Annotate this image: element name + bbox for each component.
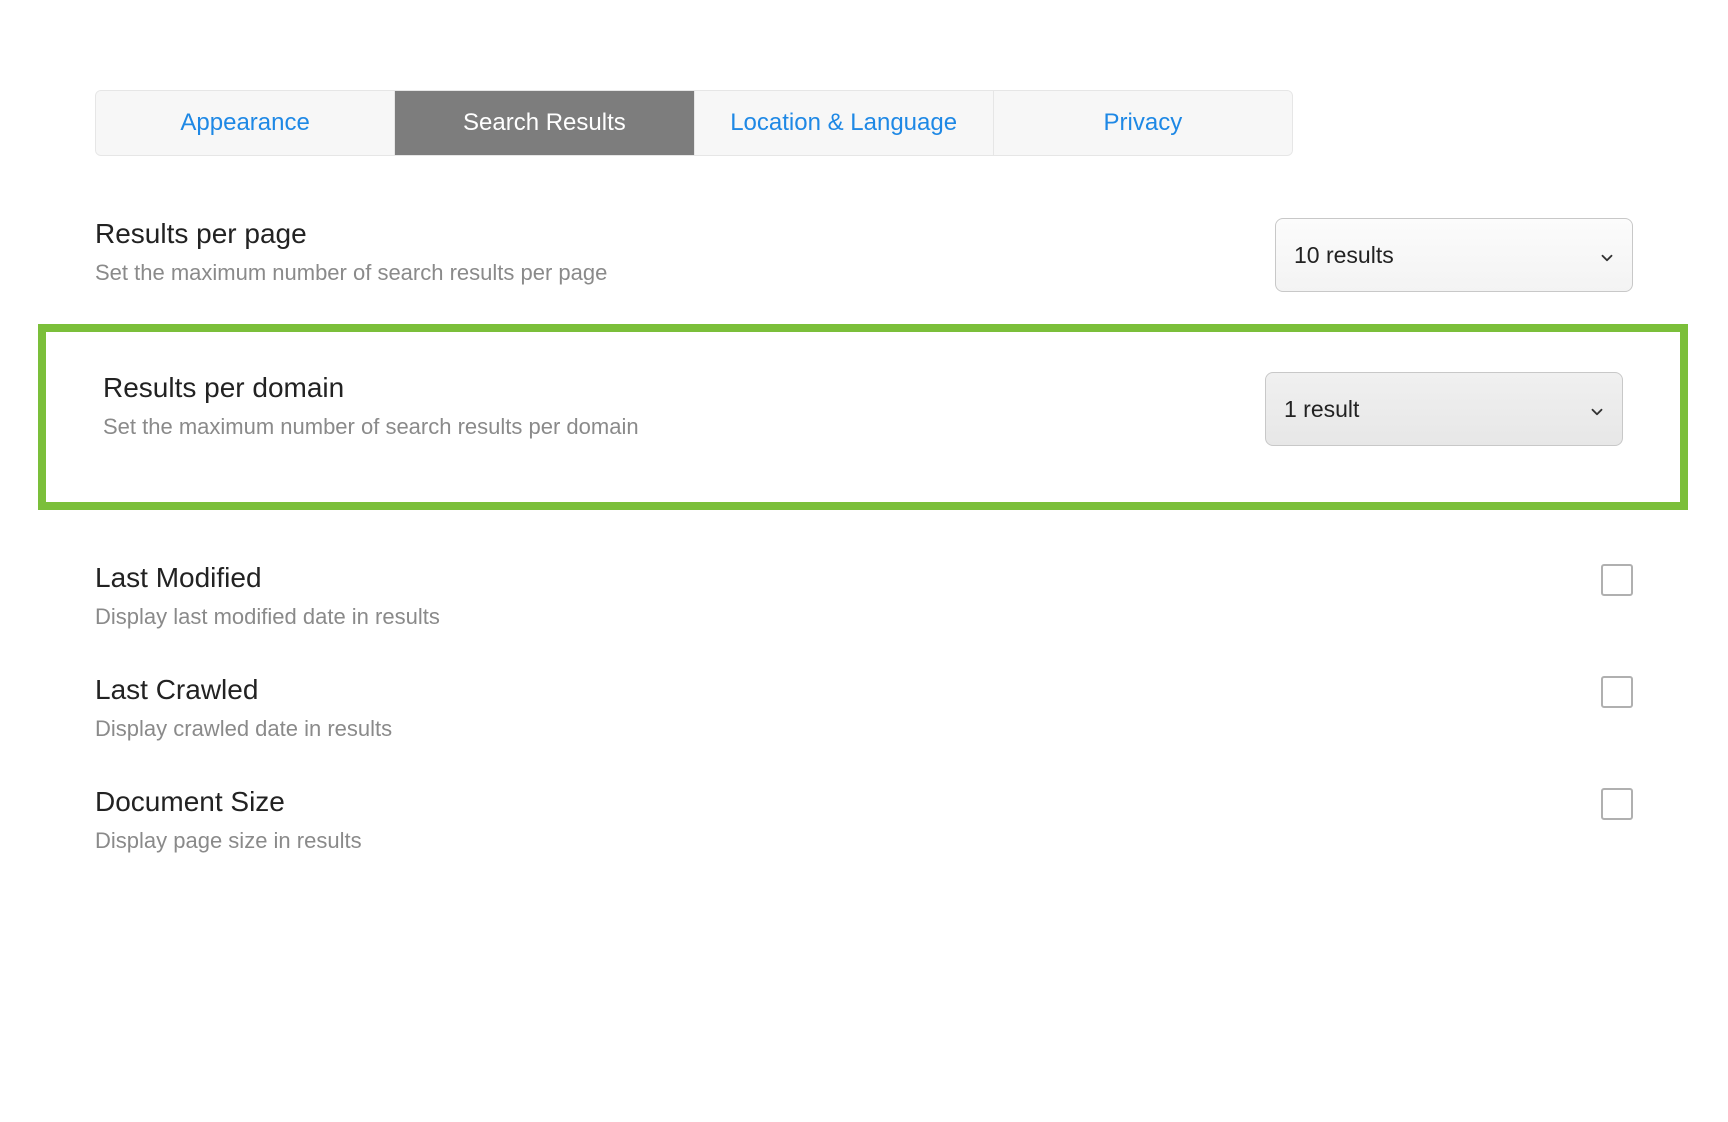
setting-title: Last Modified bbox=[95, 562, 1561, 594]
setting-title: Last Crawled bbox=[95, 674, 1561, 706]
setting-desc: Display crawled date in results bbox=[95, 716, 1561, 742]
results-per-page-select[interactable]: 10 results bbox=[1275, 218, 1633, 292]
setting-last-modified: Last Modified Display last modified date… bbox=[95, 540, 1633, 652]
setting-results-per-domain: Results per domain Set the maximum numbe… bbox=[103, 352, 1623, 446]
tab-privacy[interactable]: Privacy bbox=[994, 91, 1292, 155]
setting-text: Last Modified Display last modified date… bbox=[95, 562, 1601, 630]
setting-text: Document Size Display page size in resul… bbox=[95, 786, 1601, 854]
settings-page: Appearance Search Results Location & Lan… bbox=[0, 0, 1728, 1122]
tab-appearance[interactable]: Appearance bbox=[96, 91, 395, 155]
chevron-down-icon bbox=[1588, 400, 1606, 418]
last-modified-checkbox[interactable] bbox=[1601, 564, 1633, 596]
setting-text: Results per page Set the maximum number … bbox=[95, 218, 1275, 286]
setting-desc: Set the maximum number of search results… bbox=[103, 414, 1225, 440]
setting-document-size: Document Size Display page size in resul… bbox=[95, 764, 1633, 876]
document-size-checkbox[interactable] bbox=[1601, 788, 1633, 820]
setting-title: Document Size bbox=[95, 786, 1561, 818]
setting-results-per-page: Results per page Set the maximum number … bbox=[95, 196, 1633, 314]
last-crawled-checkbox[interactable] bbox=[1601, 676, 1633, 708]
settings-list: Results per page Set the maximum number … bbox=[0, 196, 1728, 876]
setting-title: Results per page bbox=[95, 218, 1235, 250]
setting-control bbox=[1601, 674, 1633, 708]
setting-control bbox=[1601, 562, 1633, 596]
select-value: 1 result bbox=[1284, 396, 1359, 423]
setting-control: 10 results bbox=[1275, 218, 1633, 292]
results-per-domain-select[interactable]: 1 result bbox=[1265, 372, 1623, 446]
setting-desc: Set the maximum number of search results… bbox=[95, 260, 1235, 286]
setting-desc: Display last modified date in results bbox=[95, 604, 1561, 630]
setting-last-crawled: Last Crawled Display crawled date in res… bbox=[95, 652, 1633, 764]
setting-control: 1 result bbox=[1265, 372, 1623, 446]
setting-text: Last Crawled Display crawled date in res… bbox=[95, 674, 1601, 742]
setting-desc: Display page size in results bbox=[95, 828, 1561, 854]
select-value: 10 results bbox=[1294, 242, 1394, 269]
tab-search-results[interactable]: Search Results bbox=[395, 91, 694, 155]
highlighted-setting: Results per domain Set the maximum numbe… bbox=[38, 324, 1688, 510]
setting-title: Results per domain bbox=[103, 372, 1225, 404]
setting-text: Results per domain Set the maximum numbe… bbox=[103, 372, 1265, 440]
tabs-bar: Appearance Search Results Location & Lan… bbox=[95, 90, 1293, 156]
tab-location-language[interactable]: Location & Language bbox=[695, 91, 994, 155]
setting-control bbox=[1601, 786, 1633, 820]
chevron-down-icon bbox=[1598, 246, 1616, 264]
